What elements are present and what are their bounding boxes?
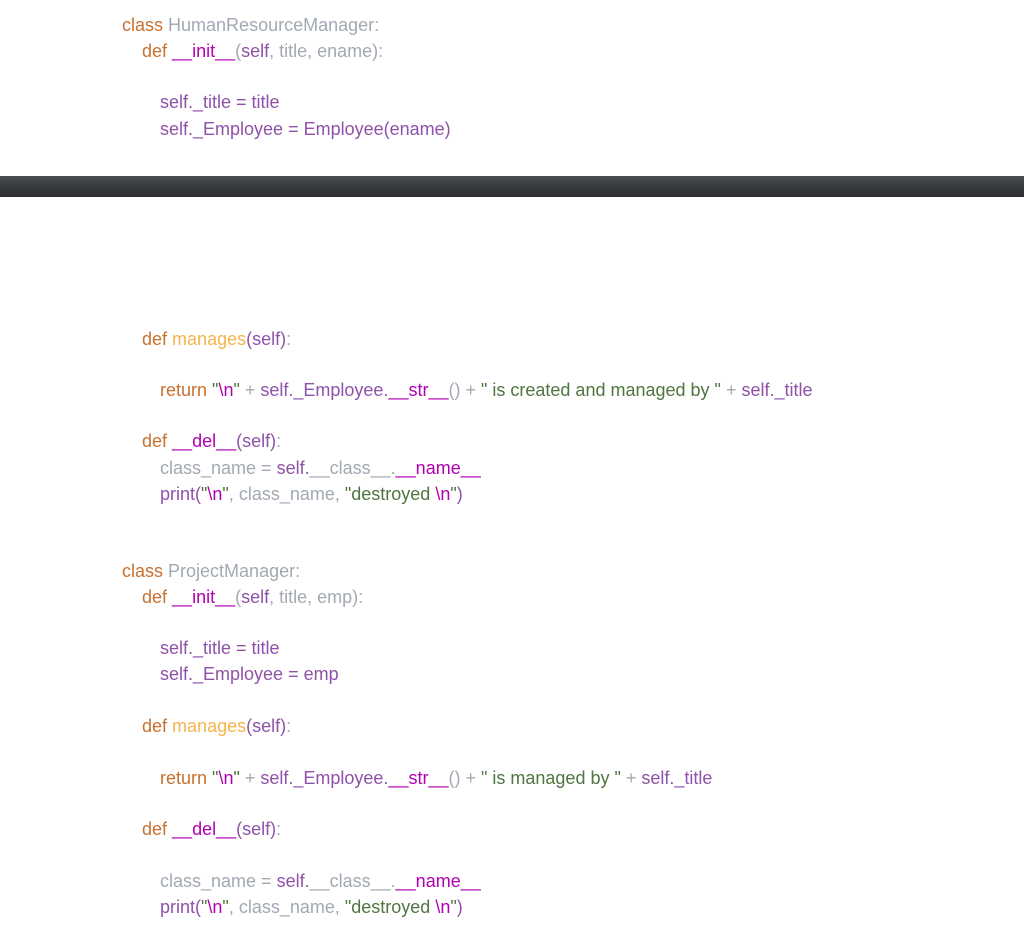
keyword: def (142, 329, 168, 349)
function-name: manages (172, 716, 247, 736)
escape-sequence: \n (218, 768, 234, 788)
code-line-return-created: return "\n" + self._Employee.__str__() +… (160, 379, 813, 401)
self-token: self (241, 587, 270, 607)
document-page: class HumanResourceManager: def __init__… (0, 0, 1024, 941)
code-line-class-name: class_name = self.__class__.__name__ (160, 457, 481, 479)
close-paren: ) (456, 897, 463, 917)
print-call: print( (160, 897, 202, 917)
colon: : (276, 431, 282, 451)
params: , title, emp): (269, 587, 364, 607)
code-line-print: print("\n", class_name, "destroyed \n") (160, 483, 463, 505)
operator: + (239, 380, 261, 400)
string-literal: "destroyed (344, 484, 436, 504)
code-line-assign-employee: self._Employee = Employee(ename) (160, 119, 451, 139)
code-line-manages-def-pm: def manages(self): (142, 715, 291, 737)
self-token: (self) (236, 431, 277, 451)
keyword: def (142, 431, 168, 451)
code-line-assign-employee-pm: self._Employee = emp (160, 664, 339, 684)
operator: + (460, 380, 481, 400)
keyword: def (142, 819, 168, 839)
self-token: self (241, 41, 270, 61)
code-line-assign-title: self._title = title (160, 92, 280, 112)
operator: + (460, 768, 481, 788)
string-literal: "destroyed (344, 897, 436, 917)
self-attr: self._title (641, 768, 713, 788)
operator: + (239, 768, 261, 788)
dunder-method: __init__ (172, 587, 236, 607)
code-line-init-def: def __init__(self, title, ename): (142, 40, 383, 62)
self-token: (self) (246, 716, 287, 736)
keyword: class (122, 15, 164, 35)
self-token: self. (276, 871, 310, 891)
function-name: manages (172, 329, 247, 349)
dunder-name: __name__ (395, 871, 481, 891)
keyword: def (142, 41, 168, 61)
args: , class_name, (228, 897, 345, 917)
code-line-class-pm: class ProjectManager: (122, 560, 300, 582)
print-call: print( (160, 484, 202, 504)
keyword: class (122, 561, 164, 581)
colon: : (276, 819, 282, 839)
code-line-assign-title-pm: self._title = title (160, 638, 280, 658)
keyword: return (160, 768, 208, 788)
escape-sequence: \n (435, 484, 451, 504)
escape-sequence: \n (435, 897, 451, 917)
colon: : (286, 329, 292, 349)
code-line-class-name-pm: class_name = self.__class__.__name__ (160, 870, 481, 892)
assign: class_name = (160, 871, 277, 891)
call-parens: () (448, 768, 461, 788)
frame-divider (0, 176, 1024, 197)
self-token: self. (276, 458, 310, 478)
dunder-method: __del__ (172, 431, 237, 451)
self-token: (self) (246, 329, 287, 349)
self-attr: self._Employee. (260, 768, 389, 788)
code-line-print-pm: print("\n", class_name, "destroyed \n") (160, 896, 463, 918)
keyword: def (142, 587, 168, 607)
code-line-del-def: def __del__(self): (142, 430, 281, 452)
dunder-name: __name__ (395, 458, 481, 478)
params: , title, ename): (269, 41, 384, 61)
code-line-class-hrm: class HumanResourceManager: (122, 14, 379, 36)
self-attr: self._Employee. (260, 380, 389, 400)
dunder-method: __init__ (172, 41, 236, 61)
colon: : (286, 716, 292, 736)
code-line-del-def-pm: def __del__(self): (142, 818, 281, 840)
keyword: return (160, 380, 208, 400)
code-line-manages-def: def manages(self): (142, 328, 291, 350)
close-paren: ) (456, 484, 463, 504)
class-name: HumanResourceManager: (168, 15, 380, 35)
dunder-method: __del__ (172, 819, 237, 839)
string-literal: " is managed by " (481, 768, 621, 788)
string-literal: " is created and managed by " (481, 380, 721, 400)
self-attr: self._title (741, 380, 813, 400)
call-parens: () (448, 380, 461, 400)
class-name: ProjectManager: (168, 561, 301, 581)
escape-sequence: \n (207, 897, 223, 917)
assign: class_name = (160, 458, 277, 478)
code-line-return-managed: return "\n" + self._Employee.__str__() +… (160, 767, 712, 789)
operator: + (720, 380, 742, 400)
dunder-method: __str__ (388, 768, 449, 788)
keyword: def (142, 716, 168, 736)
dunder-class: __class__ (309, 871, 391, 891)
operator: + (620, 768, 642, 788)
dunder-method: __str__ (388, 380, 449, 400)
escape-sequence: \n (207, 484, 223, 504)
args: , class_name, (228, 484, 345, 504)
code-line-init-def-pm: def __init__(self, title, emp): (142, 586, 363, 608)
self-token: (self) (236, 819, 277, 839)
dunder-class: __class__ (309, 458, 391, 478)
escape-sequence: \n (218, 380, 234, 400)
